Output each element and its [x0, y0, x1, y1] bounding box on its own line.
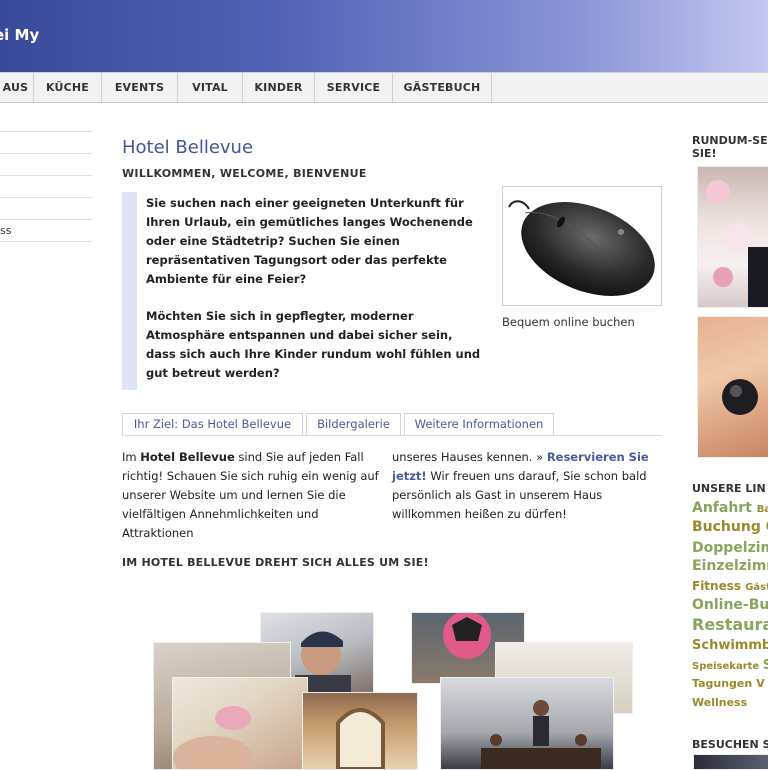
tag-link[interactable]: Schwimmb: [692, 638, 768, 653]
left-divider: [0, 197, 92, 198]
tag-link[interactable]: Fitness Gäst: [692, 579, 768, 593]
hotel-name-bold: Hotel Bellevue: [140, 450, 235, 464]
meeting-icon: [481, 700, 601, 769]
left-divider: [0, 241, 92, 242]
tag-link[interactable]: Speisekarte S: [692, 658, 768, 673]
intro-paragraph: Sie suchen nach einer geeigneten Unterku…: [146, 196, 473, 286]
mouse-icon: [508, 200, 655, 296]
page-subtitle: WILLKOMMEN, WELCOME, BIENVENUE: [122, 167, 367, 180]
body-column-2: unseres Hauses kennen. » Reservieren Sie…: [392, 450, 649, 521]
nav-item-gaestebuch[interactable]: GÄSTEBUCH: [393, 73, 492, 102]
sidebar-photo-wellness: [697, 316, 768, 458]
mirror-icon: [722, 379, 758, 415]
image-caption[interactable]: Bequem online buchen: [502, 315, 635, 329]
nav-item-service[interactable]: SERVICE: [315, 73, 393, 102]
intro-paragraph-2: Möchten Sie sich in gepflegter, moderner…: [146, 309, 481, 380]
tag-link[interactable]: Restaura: [692, 615, 768, 634]
tag-link[interactable]: Doppelzim: [692, 540, 768, 556]
tag-link[interactable]: Tagungen V: [692, 677, 765, 690]
section-heading: IM HOTEL BELLEVUE DREHT SICH ALLES UM SI…: [122, 556, 429, 569]
collage-photo-arch: [302, 692, 418, 770]
right-heading-links: UNSERE LIN: [692, 482, 766, 495]
sidebar-photo-wedding: [697, 166, 768, 308]
tag-link[interactable]: Online-Bu: [692, 597, 768, 613]
cup-icon: [173, 706, 253, 769]
body-column-1: Im Hotel Bellevue sind Sie auf jeden Fal…: [122, 450, 379, 540]
tab-weitere-informationen[interactable]: Weitere Informationen: [404, 413, 554, 435]
nav-item-kueche[interactable]: KÜCHE: [34, 73, 102, 102]
nav-item-haus[interactable]: AUS: [0, 73, 34, 102]
site-title: ei My: [0, 26, 40, 44]
site-header: [0, 0, 768, 72]
left-divider: [0, 219, 92, 220]
page-title: Hotel Bellevue: [122, 137, 254, 158]
collage-photo-conference: [440, 677, 614, 770]
right-heading-service: RUNDUM-SE SIE!: [692, 134, 768, 160]
tag-link[interactable]: Einzelzimm: [692, 558, 768, 574]
tab-divider: [122, 435, 662, 436]
nav-item-events[interactable]: EVENTS: [102, 73, 178, 102]
nav-item-kinder[interactable]: KINDER: [243, 73, 315, 102]
left-nav-item[interactable]: ss: [0, 224, 11, 237]
flowers-icon: [706, 180, 768, 307]
collage-photo-robe: [172, 677, 308, 770]
nav-item-vital[interactable]: VITAL: [178, 73, 243, 102]
left-divider: [0, 175, 92, 176]
tag-link[interactable]: Anfahrt Ba: [692, 500, 768, 516]
tag-link[interactable]: Buchung O: [692, 519, 768, 535]
arch-icon: [336, 708, 385, 769]
tab-bildergalerie[interactable]: Bildergalerie: [306, 413, 401, 435]
booking-image[interactable]: [502, 186, 662, 306]
main-navigation: AUS KÜCHE EVENTS VITAL KINDER SERVICE GÄ…: [0, 72, 768, 103]
left-divider: [0, 153, 92, 154]
tab-hotel-bellevue[interactable]: Ihr Ziel: Das Hotel Bellevue: [122, 413, 303, 435]
left-divider: [0, 131, 92, 132]
quote-bar: [122, 192, 137, 390]
tag-link[interactable]: Wellness: [692, 696, 747, 709]
right-heading-visit: BESUCHEN S: [692, 738, 768, 751]
